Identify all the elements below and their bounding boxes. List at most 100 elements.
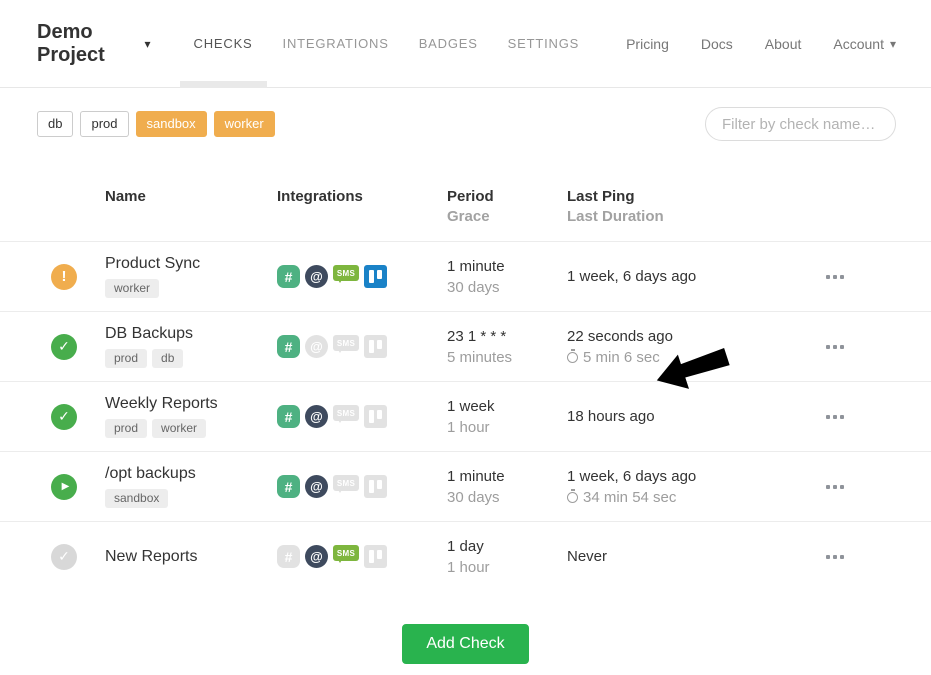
sms-icon: SMS xyxy=(333,545,359,561)
tag-filter-db[interactable]: db xyxy=(37,111,73,137)
nav-link-docs[interactable]: Docs xyxy=(701,36,733,52)
email-icon: @ xyxy=(305,475,328,498)
chevron-down-icon: ▾ xyxy=(890,38,896,50)
nav-link-pricing[interactable]: Pricing xyxy=(626,36,669,52)
tab-integrations[interactable]: INTEGRATIONS xyxy=(269,0,403,87)
tag-filter-worker[interactable]: worker xyxy=(214,111,275,137)
account-menu[interactable]: Account▾ xyxy=(833,36,896,52)
email-icon: @ xyxy=(305,335,328,358)
check-tags: sandbox xyxy=(105,489,277,508)
tab-checks[interactable]: CHECKS xyxy=(180,0,267,87)
table-header: Name Integrations Period Grace Last Ping… xyxy=(0,141,931,241)
nav-link-about[interactable]: About xyxy=(765,36,802,52)
email-icon: @ xyxy=(305,265,328,288)
row-menu-button[interactable] xyxy=(822,407,848,427)
grace-value: 30 days xyxy=(447,489,567,506)
filter-bar: dbprod sandbox worker xyxy=(0,88,931,141)
email-icon: @ xyxy=(305,545,328,568)
integration-icons: #@ SMS xyxy=(277,545,447,568)
row-menu-button[interactable] xyxy=(822,547,848,567)
tag-filters: dbprod sandbox worker xyxy=(37,111,275,137)
last-ping-value: 1 week, 6 days ago xyxy=(567,268,822,285)
column-last-ping: Last Ping xyxy=(567,188,822,205)
top-navigation: Demo Project ▾ CHECKSINTEGRATIONSBADGESS… xyxy=(0,0,931,88)
trello-icon xyxy=(364,475,387,498)
sms-icon: SMS xyxy=(333,475,359,491)
stopwatch-icon xyxy=(567,492,578,503)
period-value: 1 day xyxy=(447,538,567,555)
check-name[interactable]: Weekly Reports xyxy=(105,395,277,413)
last-ping-value: 22 seconds ago xyxy=(567,328,822,345)
row-menu-button[interactable] xyxy=(822,337,848,357)
tab-settings[interactable]: SETTINGS xyxy=(494,0,593,87)
period-value: 1 minute xyxy=(447,258,567,275)
period-value: 1 minute xyxy=(447,468,567,485)
check-tags: prodworker xyxy=(105,419,277,438)
checks-table: Name Integrations Period Grace Last Ping… xyxy=(0,141,931,591)
check-tag: sandbox xyxy=(105,489,168,508)
slack-icon: # xyxy=(277,265,300,288)
status-icon-new: ✓ xyxy=(51,544,77,570)
tab-badges[interactable]: BADGES xyxy=(405,0,492,87)
table-row: ✓ Weekly Reports prodworker #@ SMS 1 week… xyxy=(0,381,931,451)
nav-tabs: CHECKSINTEGRATIONSBADGESSETTINGS xyxy=(179,0,595,87)
row-menu-button[interactable] xyxy=(822,477,848,497)
grace-value: 30 days xyxy=(447,279,567,296)
search-input[interactable] xyxy=(705,107,896,141)
check-name[interactable]: Product Sync xyxy=(105,255,277,273)
email-icon: @ xyxy=(305,405,328,428)
slack-icon: # xyxy=(277,475,300,498)
grace-value: 5 minutes xyxy=(447,349,567,366)
check-name[interactable]: New Reports xyxy=(105,548,277,566)
table-row: ✓ New Reports #@ SMS 1 day 1 hour Never xyxy=(0,521,931,591)
project-name: Demo Project xyxy=(37,21,138,67)
status-icon-up: ✓ xyxy=(51,334,77,360)
table-row: ▶ /opt backups sandbox #@ SMS 1 minute 30… xyxy=(0,451,931,521)
table-row: ✓ DB Backups proddb #@ SMS 23 1 * * * 5 m… xyxy=(0,311,931,381)
table-row: ! Product Sync worker #@ SMS 1 minute 30 … xyxy=(0,241,931,311)
slack-icon: # xyxy=(277,405,300,428)
last-ping-value: Never xyxy=(567,548,822,565)
status-icon-up: ✓ xyxy=(51,404,77,430)
column-period: Period xyxy=(447,188,567,205)
status-icon-started: ▶ xyxy=(51,474,77,500)
last-duration-value: 5 min 6 sec xyxy=(567,349,822,366)
period-value: 23 1 * * * xyxy=(447,328,567,345)
status-icon-late: ! xyxy=(51,264,77,290)
trello-icon xyxy=(364,545,387,568)
grace-value: 1 hour xyxy=(447,559,567,576)
last-ping-value: 18 hours ago xyxy=(567,408,822,425)
tag-filter-prod[interactable]: prod xyxy=(80,111,128,137)
check-name[interactable]: /opt backups xyxy=(105,465,277,483)
slack-icon: # xyxy=(277,545,300,568)
grace-value: 1 hour xyxy=(447,419,567,436)
column-name: Name xyxy=(105,188,277,205)
stopwatch-icon xyxy=(567,352,578,363)
integration-icons: #@ SMS xyxy=(277,475,447,498)
last-ping-value: 1 week, 6 days ago xyxy=(567,468,822,485)
slack-icon: # xyxy=(277,335,300,358)
sms-icon: SMS xyxy=(333,405,359,421)
project-switcher[interactable]: Demo Project ▾ xyxy=(37,21,151,67)
check-tag: worker xyxy=(105,279,159,298)
check-tags: proddb xyxy=(105,349,277,368)
trello-icon xyxy=(364,405,387,428)
row-menu-button[interactable] xyxy=(822,267,848,287)
check-name[interactable]: DB Backups xyxy=(105,325,277,343)
add-check-button[interactable]: Add Check xyxy=(402,624,528,664)
integration-icons: #@ SMS xyxy=(277,265,447,288)
sms-icon: SMS xyxy=(333,265,359,281)
trello-icon xyxy=(364,265,387,288)
check-tag: db xyxy=(152,349,183,368)
check-tags: worker xyxy=(105,279,277,298)
check-tag: worker xyxy=(152,419,206,438)
nav-links: Pricing Docs About Account▾ xyxy=(594,36,896,52)
integration-icons: #@ SMS xyxy=(277,405,447,428)
sms-icon: SMS xyxy=(333,335,359,351)
tag-filter-sandbox[interactable]: sandbox xyxy=(136,111,207,137)
column-integrations: Integrations xyxy=(277,188,447,205)
integration-icons: #@ SMS xyxy=(277,335,447,358)
trello-icon xyxy=(364,335,387,358)
column-grace: Grace xyxy=(447,208,567,225)
period-value: 1 week xyxy=(447,398,567,415)
